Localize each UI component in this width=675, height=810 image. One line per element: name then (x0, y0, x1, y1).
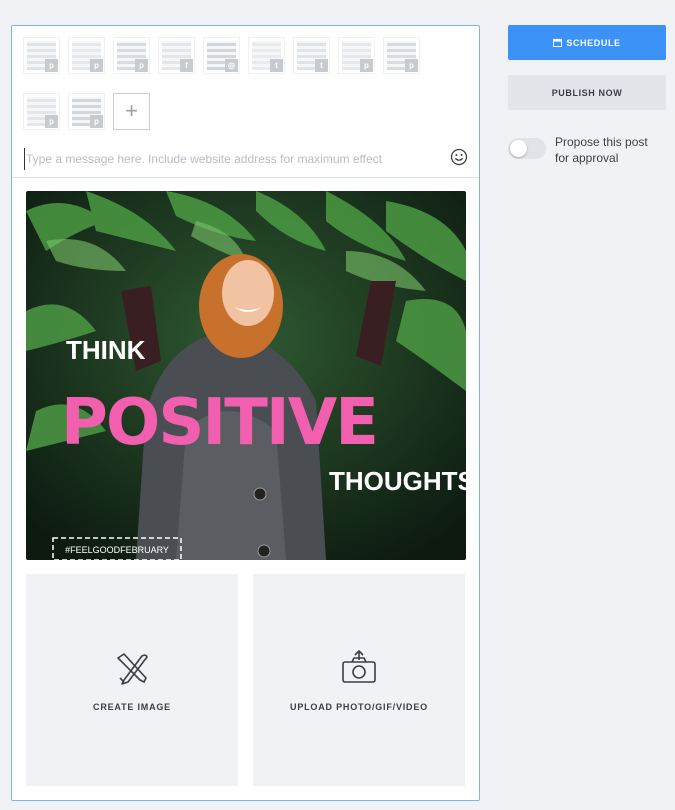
add-profile-button[interactable]: + (113, 93, 150, 130)
approval-toggle[interactable] (508, 138, 546, 159)
profile-avatar-pinterest[interactable]: p (383, 37, 420, 74)
publish-now-label: PUBLISH NOW (551, 87, 623, 98)
pinterest-icon: p (45, 59, 58, 72)
brush-pencil-icon (117, 653, 148, 685)
calendar-icon (553, 38, 563, 47)
schedule-label: SCHEDULE (566, 37, 621, 48)
facebook-icon: f (180, 59, 193, 72)
twitter-icon: t (315, 59, 328, 72)
image-headline-top: THINK (66, 335, 146, 365)
profile-avatar-pinterest[interactable]: p (113, 37, 150, 74)
message-input[interactable] (24, 148, 444, 170)
profile-avatar-twitter[interactable]: t (248, 37, 285, 74)
toggle-knob (510, 140, 527, 157)
upload-media-tile[interactable]: UPLOAD PHOTO/GIF/VIDEO (253, 574, 465, 786)
post-image[interactable]: THINK POSITIVE THOUGHTS #FEELGOODFEBRUAR… (26, 191, 466, 560)
image-headline-bottom: THOUGHTS (329, 466, 466, 496)
profile-avatar-pinterest[interactable]: p (23, 93, 60, 130)
pinterest-icon: p (90, 59, 103, 72)
profile-avatar-pinterest[interactable]: p (23, 37, 60, 74)
instagram-icon: ◎ (225, 59, 238, 72)
create-image-tile[interactable]: CREATE IMAGE (26, 574, 238, 786)
pinterest-icon: p (135, 59, 148, 72)
profile-avatar-pinterest[interactable]: p (338, 37, 375, 74)
twitter-icon: t (270, 59, 283, 72)
pinterest-icon: p (90, 115, 103, 128)
profile-avatar-facebook[interactable]: f (158, 37, 195, 74)
profile-avatar-twitter[interactable]: t (293, 37, 330, 74)
pinterest-icon: p (405, 59, 418, 72)
upload-media-label: UPLOAD PHOTO/GIF/VIDEO (290, 702, 428, 712)
publish-now-button[interactable]: PUBLISH NOW (508, 75, 666, 110)
profile-avatar-instagram[interactable]: ◎ (203, 37, 240, 74)
image-headline-main: POSITIVE (61, 386, 377, 460)
approval-label: Propose this post for approval (555, 135, 648, 165)
image-hashtag: #FEELGOODFEBRUARY (65, 545, 169, 555)
camera-upload-icon (342, 650, 376, 683)
schedule-button[interactable]: SCHEDULE (508, 25, 666, 60)
profile-avatar-pinterest[interactable]: p (68, 93, 105, 130)
profile-avatar-pinterest[interactable]: p (68, 37, 105, 74)
composer-divider (12, 177, 479, 178)
pinterest-icon: p (360, 59, 373, 72)
pinterest-icon: p (45, 115, 58, 128)
create-image-label: CREATE IMAGE (93, 702, 171, 712)
post-composer: p p p f ◎ t t p p p p + Type a message h… (11, 25, 480, 801)
emoji-icon[interactable] (450, 148, 468, 166)
